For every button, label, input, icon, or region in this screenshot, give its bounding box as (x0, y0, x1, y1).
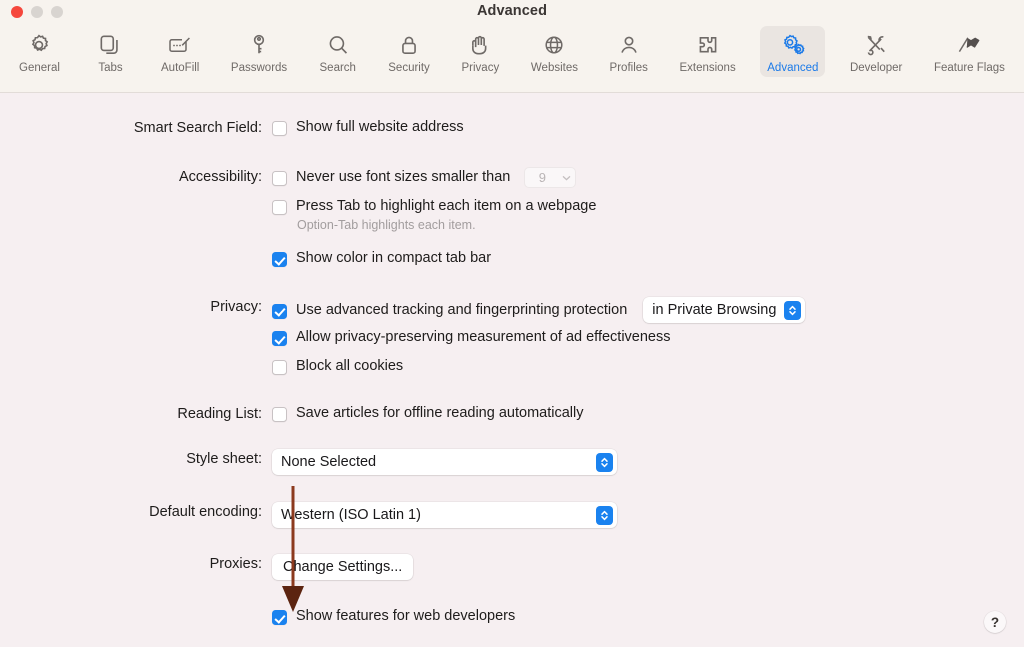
window-titlebar: Advanced General Tabs AutoFill Passwords… (0, 0, 1024, 93)
person-icon (616, 30, 642, 60)
gear-icon (26, 30, 52, 60)
autofill-icon (166, 30, 194, 60)
save-articles-offline-checkbox[interactable] (272, 407, 287, 422)
toolbar-item-label: Advanced (767, 62, 819, 74)
smart-search-field-label: Smart Search Field: (133, 120, 262, 136)
accessibility-label: Accessibility: (179, 169, 262, 185)
toolbar-item-extensions[interactable]: Extensions (672, 26, 742, 77)
row-press-tab-hint: Option-Tab highlights each item. (297, 218, 476, 232)
gears-icon (779, 30, 807, 60)
show-features-for-web-developers-label[interactable]: Show features for web developers (296, 607, 515, 626)
toolbar-item-passwords[interactable]: Passwords (224, 26, 294, 77)
row-smart-search-field: Smart Search Field: Show full website ad… (110, 118, 464, 138)
style-sheet-value: None Selected (281, 454, 377, 470)
chevron-up-down-icon (784, 300, 802, 320)
toolbar-item-websites[interactable]: Websites (524, 26, 585, 77)
row-proxies: Proxies: Change Settings... (110, 554, 414, 580)
tracking-protection-scope-value: in Private Browsing (652, 302, 777, 318)
never-use-font-sizes-checkbox[interactable] (272, 171, 287, 186)
toolbar-item-feature-flags[interactable]: Feature Flags (927, 26, 1012, 77)
chevron-up-down-icon (596, 505, 613, 525)
style-sheet-label: Style sheet: (186, 451, 262, 467)
advanced-tracking-protection-label[interactable]: Use advanced tracking and fingerprinting… (296, 301, 627, 320)
proxies-label: Proxies: (209, 556, 262, 572)
toolbar-item-label: Search (319, 62, 356, 74)
row-style-sheet: Style sheet: None Selected (110, 449, 617, 475)
change-proxy-settings-button[interactable]: Change Settings... (272, 554, 414, 580)
toolbar-item-label: General (19, 62, 60, 74)
toolbar-item-security[interactable]: Security (381, 26, 437, 77)
hand-icon (467, 30, 493, 60)
preferences-toolbar: General Tabs AutoFill Passwords Search S… (8, 26, 1016, 88)
show-full-website-address-label[interactable]: Show full website address (296, 118, 464, 137)
row-default-encoding: Default encoding: Western (ISO Latin 1) (110, 502, 617, 528)
ad-effectiveness-checkbox[interactable] (272, 331, 287, 346)
toolbar-item-label: Feature Flags (933, 62, 1005, 74)
show-full-website-address-checkbox[interactable] (272, 121, 287, 136)
toolbar-item-label: Security (388, 62, 430, 74)
never-use-font-sizes-label[interactable]: Never use font sizes smaller than (296, 168, 510, 187)
row-accessibility: Accessibility: Never use font sizes smal… (110, 167, 577, 188)
key-icon (246, 30, 272, 60)
toolbar-item-label: Extensions (679, 62, 736, 74)
toolbar-item-advanced[interactable]: Advanced (760, 26, 826, 77)
lock-icon (396, 30, 422, 60)
toolbar-item-label: Tabs (98, 62, 123, 74)
toolbar-item-search[interactable]: Search (312, 26, 364, 77)
row-web-developers: Show features for web developers (272, 607, 515, 626)
ad-effectiveness-label[interactable]: Allow privacy-preserving measurement of … (296, 328, 671, 347)
show-color-compact-tab-bar-label[interactable]: Show color in compact tab bar (296, 249, 491, 268)
tabs-icon (97, 30, 123, 60)
press-tab-highlight-label[interactable]: Press Tab to highlight each item on a we… (296, 197, 596, 216)
privacy-label: Privacy: (210, 299, 262, 315)
toolbar-item-label: Developer (849, 62, 903, 74)
tools-icon (863, 30, 889, 60)
reading-list-label: Reading List: (177, 406, 262, 422)
advanced-tracking-protection-checkbox[interactable] (272, 303, 287, 319)
toolbar-item-label: Profiles (609, 62, 648, 74)
show-color-compact-tab-bar-checkbox[interactable] (272, 252, 287, 267)
tracking-protection-scope-dropdown[interactable]: in Private Browsing (643, 297, 806, 323)
default-encoding-label: Default encoding: (149, 504, 262, 520)
minimum-font-size-stepper[interactable]: 9 (524, 167, 577, 188)
toolbar-item-general[interactable]: General (12, 26, 67, 77)
style-sheet-dropdown[interactable]: None Selected (272, 449, 617, 475)
row-show-color-compact-tab-bar: Show color in compact tab bar (272, 249, 491, 268)
search-icon (325, 30, 351, 60)
row-block-all-cookies: Block all cookies (272, 357, 403, 376)
toolbar-item-label: Passwords (230, 62, 288, 74)
row-press-tab: Press Tab to highlight each item on a we… (272, 197, 596, 216)
toolbar-item-developer[interactable]: Developer (843, 26, 909, 77)
toolbar-item-tabs[interactable]: Tabs (84, 26, 136, 77)
chevron-up-down-icon (596, 452, 613, 472)
toolbar-item-profiles[interactable]: Profiles (603, 26, 655, 77)
row-reading-list: Reading List: Save articles for offline … (110, 404, 583, 424)
puzzle-icon (695, 30, 721, 60)
toolbar-item-privacy[interactable]: Privacy (454, 26, 506, 77)
globe-icon (541, 30, 567, 60)
advanced-settings-pane: Smart Search Field: Show full website ad… (0, 93, 1024, 647)
block-all-cookies-checkbox[interactable] (272, 360, 287, 375)
save-articles-offline-label[interactable]: Save articles for offline reading automa… (296, 404, 583, 423)
help-button[interactable]: ? (984, 611, 1006, 633)
toolbar-item-autofill[interactable]: AutoFill (154, 26, 206, 77)
row-ad-effectiveness: Allow privacy-preserving measurement of … (272, 328, 671, 347)
settings-window: Advanced General Tabs AutoFill Passwords… (0, 0, 1024, 647)
row-privacy: Privacy: Use advanced tracking and finge… (110, 297, 806, 323)
minimum-font-size-value: 9 (538, 170, 546, 185)
toolbar-item-label: Websites (530, 62, 578, 74)
window-title: Advanced (476, 3, 548, 19)
toolbar-item-label: Privacy (461, 62, 500, 74)
press-tab-hint-text: Option-Tab highlights each item. (297, 218, 476, 232)
chevron-down-icon (557, 175, 575, 181)
default-encoding-dropdown[interactable]: Western (ISO Latin 1) (272, 502, 617, 528)
show-features-for-web-developers-checkbox[interactable] (272, 610, 287, 625)
default-encoding-value: Western (ISO Latin 1) (281, 507, 421, 523)
flags-icon (954, 30, 984, 60)
toolbar-item-label: AutoFill (161, 62, 200, 74)
block-all-cookies-label[interactable]: Block all cookies (296, 357, 403, 376)
press-tab-highlight-checkbox[interactable] (272, 200, 287, 215)
